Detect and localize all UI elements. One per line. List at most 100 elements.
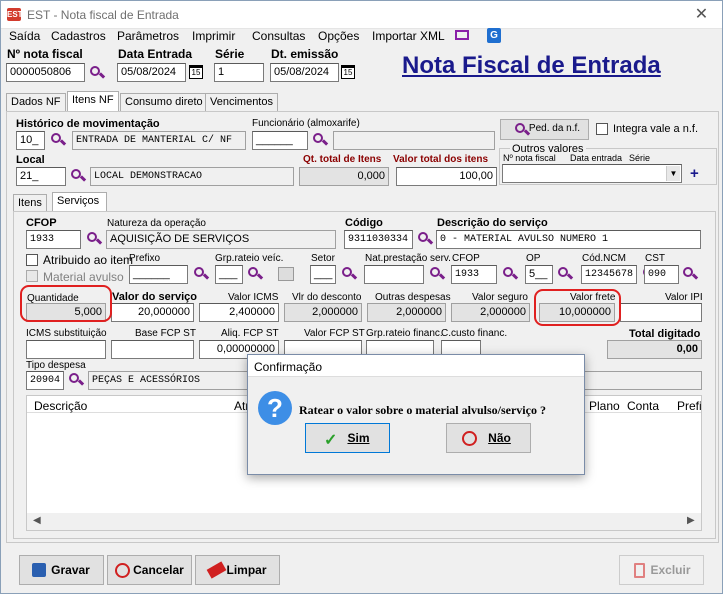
search-funcionario-icon[interactable]: [312, 132, 329, 148]
menu-parametros[interactable]: Parâmetros: [117, 29, 179, 43]
valor-servico-input[interactable]: 20,000000: [111, 303, 194, 322]
valor-ipi-label: Valor IPI: [665, 292, 703, 303]
calendar-icon[interactable]: 15: [341, 65, 355, 79]
qt-total-value: 0,000: [299, 167, 389, 186]
icms-sub-input[interactable]: [26, 340, 106, 359]
nf-number-input[interactable]: 0000050806: [6, 63, 85, 82]
search-cst-icon[interactable]: [682, 266, 699, 282]
valor-ipi-input[interactable]: [620, 303, 702, 322]
data-entrada-input[interactable]: 05/08/2024: [117, 63, 186, 82]
material-avulso-label: Material avulso: [43, 270, 124, 284]
yes-button[interactable]: ✓ Sim: [305, 423, 390, 453]
tab-consumo-direto[interactable]: Consumo direto: [120, 93, 208, 112]
outros-valores-select[interactable]: [502, 164, 682, 183]
cancelar-button[interactable]: Cancelar: [107, 555, 192, 585]
cst-input[interactable]: 090: [644, 265, 679, 284]
historico-label: Histórico de movimentação: [16, 118, 160, 130]
prefixo-input[interactable]: ______: [129, 265, 188, 284]
valor-icms-input[interactable]: 2,400000: [199, 303, 279, 322]
col-conta[interactable]: Conta: [627, 399, 659, 413]
funcionario-input[interactable]: ______: [252, 131, 308, 150]
chevron-down-icon[interactable]: ▼: [666, 166, 680, 181]
monitor-icon[interactable]: [455, 30, 469, 40]
menu-saida[interactable]: Saída: [9, 29, 40, 43]
outras-despesas-label: Outras despesas: [375, 292, 451, 303]
dt-emissao-input[interactable]: 05/08/2024: [270, 63, 339, 82]
menu-opcoes[interactable]: Opções: [318, 29, 359, 43]
scroll-left-icon[interactable]: ◀: [33, 515, 41, 526]
local-code-input[interactable]: 21_: [16, 167, 66, 186]
gravar-button[interactable]: Gravar: [19, 555, 104, 585]
cfop-input[interactable]: 1933: [26, 230, 81, 249]
data-entrada-label: Data Entrada: [118, 47, 193, 61]
main-window: EST EST - Nota fiscal de Entrada ✕ Saída…: [0, 0, 723, 594]
trash-icon: [634, 563, 645, 578]
col-plano[interactable]: Plano: [589, 399, 620, 413]
historico-code-input[interactable]: 10_: [16, 131, 45, 150]
outras-despesas-input[interactable]: 2,000000: [367, 303, 446, 322]
search-cfop2-icon[interactable]: [502, 266, 519, 282]
op-input[interactable]: 5__: [525, 265, 553, 284]
serie-input[interactable]: 1: [214, 63, 264, 82]
vlr-desconto-input[interactable]: 2,000000: [284, 303, 362, 322]
add-outros-button[interactable]: +: [690, 165, 699, 182]
highlight-frete: [534, 289, 621, 326]
calendar-icon[interactable]: 15: [189, 65, 203, 79]
limpar-button[interactable]: Limpar: [195, 555, 280, 585]
col-prefi[interactable]: Prefi: [677, 399, 702, 413]
material-avulso-checkbox[interactable]: [26, 270, 38, 282]
codigo-input[interactable]: 9311030334: [344, 230, 413, 249]
valor-servico-label: Valor do serviço: [112, 291, 197, 303]
tab-dados-nf[interactable]: Dados NF: [6, 93, 66, 112]
col-descricao[interactable]: Descrição: [34, 399, 87, 413]
search-prefixo-icon[interactable]: [193, 266, 210, 282]
ncm-input[interactable]: 12345678: [581, 265, 637, 284]
grp-rateio-input[interactable]: ___: [215, 265, 243, 284]
search-nat-prest-icon[interactable]: [429, 266, 446, 282]
menu-consultas[interactable]: Consultas: [252, 29, 305, 43]
scroll-right-icon[interactable]: ▶: [687, 515, 695, 526]
qt-total-label: Qt. total de Itens: [303, 154, 382, 165]
subtab-servicos[interactable]: Serviços: [52, 192, 107, 212]
cfop2-input[interactable]: 1933: [451, 265, 497, 284]
menu-importar-xml[interactable]: Importar XML: [372, 29, 445, 43]
search-cfop-icon[interactable]: [86, 231, 103, 247]
search-op-icon[interactable]: [557, 266, 574, 282]
valor-seguro-input[interactable]: 2,000000: [451, 303, 530, 322]
integra-checkbox[interactable]: [596, 123, 608, 135]
search-setor-icon[interactable]: [341, 266, 358, 282]
search-historico-icon[interactable]: [50, 132, 67, 148]
search-codigo-icon[interactable]: [417, 231, 434, 247]
close-window-button[interactable]: ✕: [685, 4, 718, 26]
menu-cadastros[interactable]: Cadastros: [51, 29, 106, 43]
ped-nf-button[interactable]: Ped. da n.f.: [500, 119, 589, 140]
tab-itens-nf[interactable]: Itens NF: [67, 91, 119, 112]
search-grp-rateio-icon[interactable]: [247, 266, 264, 282]
excluir-button[interactable]: Excluir: [619, 555, 704, 585]
natureza-label: Natureza da operação: [107, 218, 206, 229]
serie-label: Série: [215, 47, 245, 61]
subtab-itens[interactable]: Itens: [13, 194, 47, 212]
nat-prest-input[interactable]: [364, 265, 424, 284]
descricao-input[interactable]: 0 - MATERIAL AVULSO NUMERO 1: [436, 230, 701, 249]
search-tipo-despesa-icon[interactable]: [68, 372, 85, 388]
menu-imprimir[interactable]: Imprimir: [192, 29, 235, 43]
tab-vencimentos[interactable]: Vencimentos: [205, 93, 278, 112]
search-nf-icon[interactable]: [89, 65, 106, 81]
atribuido-checkbox[interactable]: [26, 254, 38, 266]
title-bar: EST EST - Nota fiscal de Entrada ✕: [1, 1, 722, 29]
dialog-title: Confirmação: [254, 360, 323, 374]
setor-input[interactable]: ___: [310, 265, 336, 284]
search-icon: [514, 122, 531, 138]
grid-scrollbar[interactable]: [27, 513, 701, 530]
funcionario-label: Funcionário (almoxarife): [252, 118, 360, 129]
calculator-icon[interactable]: [278, 267, 294, 281]
no-button[interactable]: Não: [446, 423, 531, 453]
base-fcp-input[interactable]: [111, 340, 194, 359]
search-local-icon[interactable]: [70, 168, 87, 184]
base-fcp-label: Base FCP ST: [135, 328, 196, 339]
vlr-desconto-label: Vlr do desconto: [292, 292, 362, 303]
tipo-despesa-input[interactable]: 20904: [26, 371, 64, 390]
cst-label: CST: [645, 253, 665, 264]
app-logo-icon[interactable]: G: [487, 28, 501, 43]
